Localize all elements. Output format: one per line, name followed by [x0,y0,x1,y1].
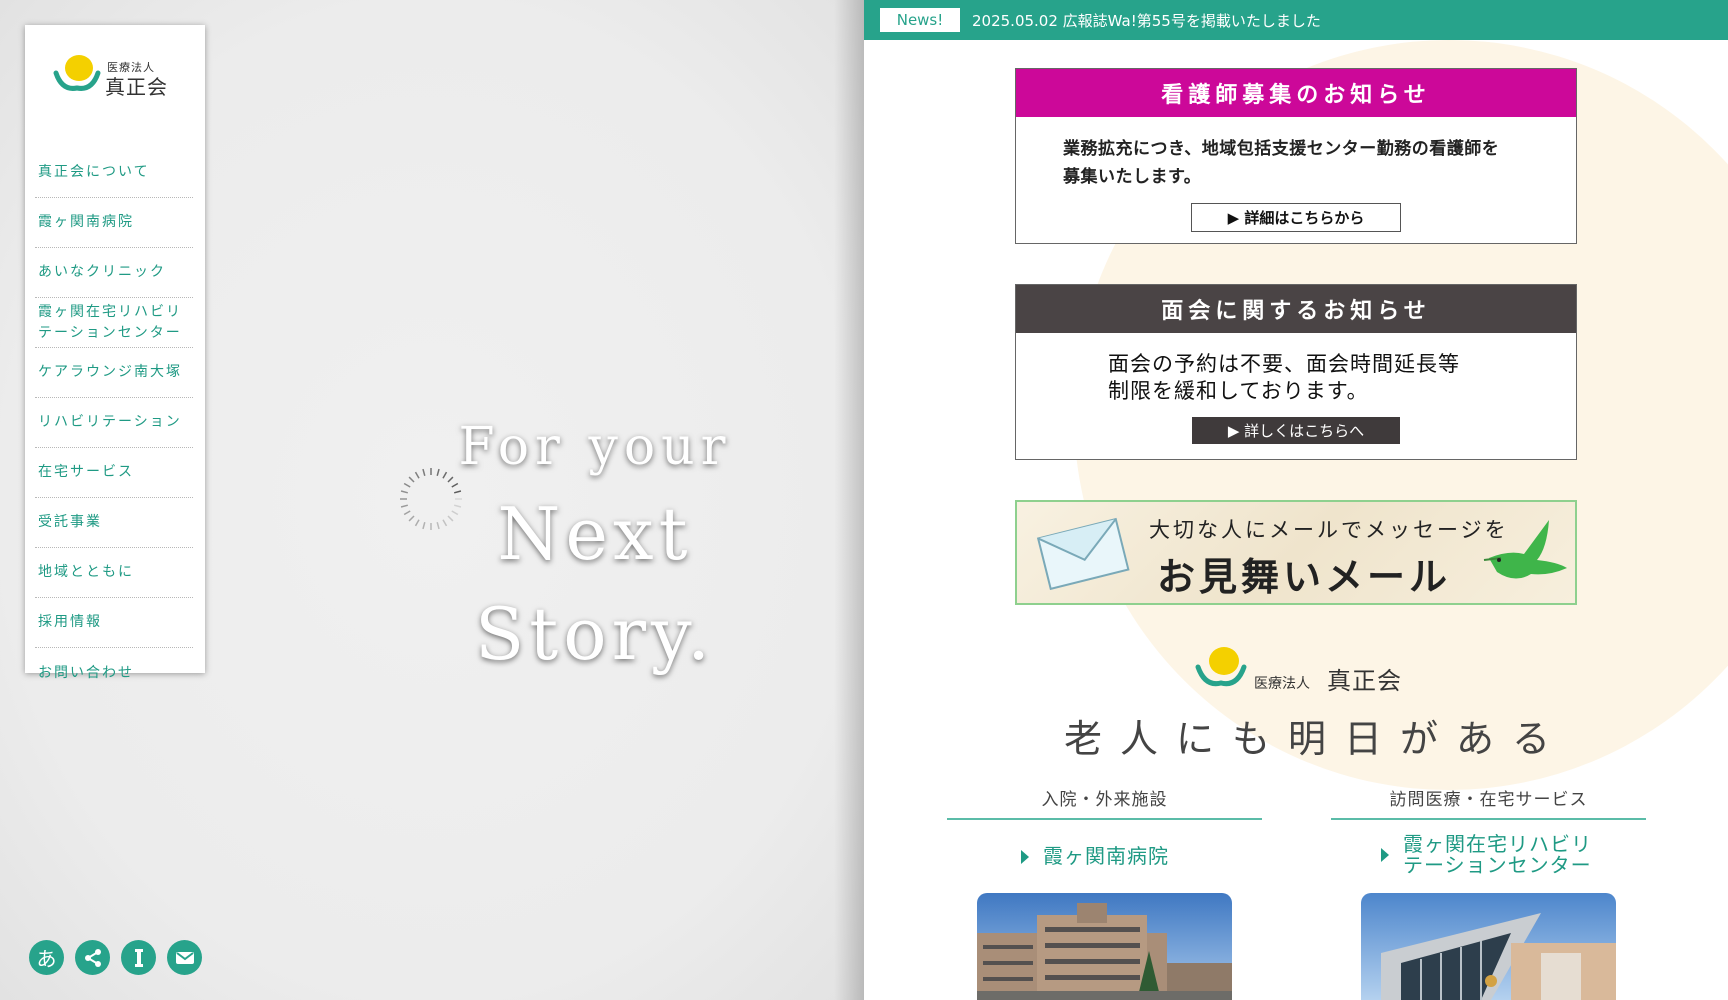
nurse-recruit-notice: 看護師募集のお知らせ 業務拡充につき、地域包括支援センター勤務の看護師を 募集い… [1015,68,1577,244]
mail-banner-title: お見舞いメール [1157,555,1452,599]
sidebar-logo[interactable]: 医療法人 真正会 [52,51,182,99]
column-title: 入院・外来施設 [947,785,1262,820]
logo-mark [53,55,101,91]
sidebar-item-label: 霞ヶ関在宅リハビリテーションセンター [38,303,182,341]
mail-banner-subtitle: 大切な人にメールでメッセージを [1149,518,1509,542]
logo-org-type: 医療法人 [1254,676,1310,692]
info-button[interactable] [121,940,156,975]
notice-title: 面会に関するお知らせ [1016,285,1576,333]
facility-name-line: テーションセンター [1403,853,1592,877]
news-bar[interactable]: News! 2025.05.02 広報誌Wa!第55号を掲載いたしました [864,0,1728,40]
share-icon [84,948,101,967]
info-icon [134,948,143,967]
share-button[interactable] [75,940,110,975]
sidebar-item-contact[interactable]: お問い合わせ [35,648,193,698]
get-well-mail-banner[interactable]: 大切な人にメールでメッセージを お見舞いメール [1015,500,1577,605]
column-title: 訪問医療・在宅サービス [1331,785,1646,820]
notice-body-line: 制限を緩和しております。 [1108,379,1369,403]
rehab-center-building-image [1361,893,1616,1000]
hospital-photo[interactable] [977,893,1232,1000]
hero-line-1: For your [458,417,732,477]
sidebar-item-recruit[interactable]: 採用情報 [35,598,193,648]
mail-icon [175,951,194,964]
sidebar-item-contract[interactable]: 受託事業 [35,498,193,548]
sidebar-item-clinic[interactable]: あいなクリニック [35,248,193,298]
logo-mark [1195,647,1247,687]
home-care-column: 訪問医療・在宅サービス 霞ヶ関在宅リハビリ テーションセンター [1331,785,1646,876]
hero-headline: For your Next Story. [385,410,805,684]
sidebar-item-community[interactable]: 地域とともに [35,548,193,598]
news-text[interactable]: 2025.05.02 広報誌Wa!第55号を掲載いたしました [972,10,1321,31]
notice-body-line: 募集いたします。 [1063,167,1202,187]
sidebar-item-rehabilitation[interactable]: リハビリテーション [35,398,193,448]
mail-button[interactable] [167,940,202,975]
facility-link-hospital[interactable]: 霞ヶ関南病院 [1021,846,1262,867]
sidebar-item-about[interactable]: 真正会について [35,148,193,198]
logo-org-name: 真正会 [105,75,168,99]
sidebar-item-hospital[interactable]: 霞ヶ関南病院 [35,198,193,248]
notice-title: 看護師募集のお知らせ [1016,69,1576,117]
hero-line-2: Next Story. [474,492,716,676]
sidebar-menu: 真正会について 霞ヶ関南病院 あいなクリニック 霞ヶ関在宅リハビリテーションセン… [35,148,193,698]
sidebar-item-home-services[interactable]: 在宅サービス [35,448,193,498]
sidebar-item-care-lounge[interactable]: ケアラウンジ南大塚 [35,348,193,398]
logo-org-name: 真正会 [1327,667,1402,695]
left-toolbar: あ [29,940,202,975]
font-size-icon: あ [36,947,57,971]
right-pane: News! 2025.05.02 広報誌Wa!第55号を掲載いたしました 看護師… [864,0,1728,1000]
notice-body: 面会の予約は不要、面会時間延長等 制限を緩和しております。 [1108,351,1576,405]
left-pane: 医療法人 真正会 真正会について 霞ヶ関南病院 あいなクリニック 霞ヶ関在宅リハ… [0,0,864,1000]
font-size-button[interactable]: あ [29,940,64,975]
recruit-details-button[interactable]: ▶ 詳細はこちらから [1191,203,1401,232]
facility-name: 霞ヶ関在宅リハビリ テーションセンター [1403,834,1592,876]
sidebar-item-rehab-center[interactable]: 霞ヶ関在宅リハビリテーションセンター [35,298,193,348]
news-badge: News! [880,8,960,32]
notice-body: 業務拡充につき、地域包括支援センター勤務の看護師を 募集いたします。 [1063,135,1576,191]
facility-name: 霞ヶ関南病院 [1043,844,1169,868]
org-logo[interactable]: 医療法人 真正会 [1194,643,1424,695]
hospital-building-image [977,893,1232,1000]
rehab-center-photo[interactable] [1361,893,1616,1000]
notice-body-line: 面会の予約は不要、面会時間延長等 [1108,352,1460,376]
envelope-icon [1036,517,1130,590]
triangle-right-icon [1381,848,1389,862]
notice-body-line: 業務拡充につき、地域包括支援センター勤務の看護師を [1063,139,1500,159]
visitation-notice: 面会に関するお知らせ 面会の予約は不要、面会時間延長等 制限を緩和しております。… [1015,284,1577,460]
facility-link-rehab-center[interactable]: 霞ヶ関在宅リハビリ テーションセンター [1381,834,1646,876]
tagline: 老人にも明日がある [1063,717,1568,761]
dove-icon [1483,520,1567,579]
visitation-details-button[interactable]: ▶ 詳しくはこちらへ [1192,417,1400,444]
sidebar: 医療法人 真正会 真正会について 霞ヶ関南病院 あいなクリニック 霞ヶ関在宅リハ… [25,25,205,681]
triangle-right-icon [1021,849,1029,864]
inpatient-outpatient-column: 入院・外来施設 霞ヶ関南病院 [947,785,1262,867]
